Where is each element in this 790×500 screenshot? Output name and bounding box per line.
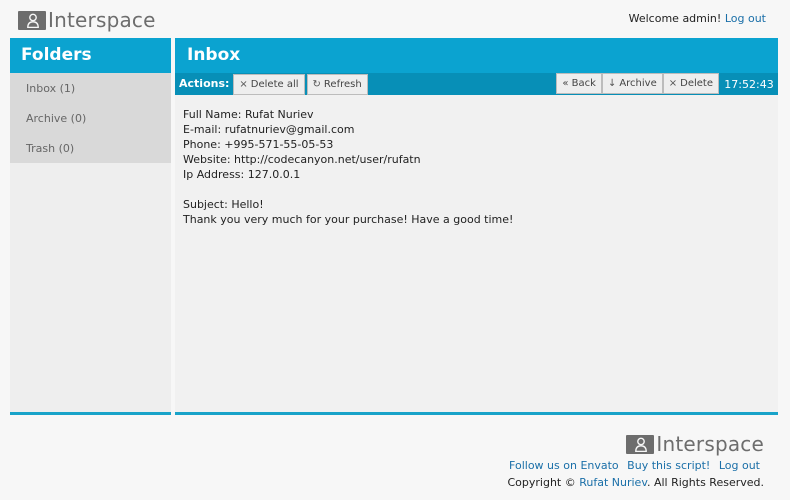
arrow-down-icon: ↓	[607, 78, 617, 89]
inbox-title: Inbox	[175, 38, 778, 73]
inbox-panel: Inbox Actions: × Delete all ↻ Refresh « …	[175, 38, 778, 415]
folder-list: Inbox (1) Archive (0) Trash (0)	[10, 73, 171, 163]
back-label: « Back	[562, 78, 596, 89]
footer-logout-link[interactable]: Log out	[719, 459, 760, 472]
delete-button[interactable]: × Delete	[662, 73, 719, 94]
logo-text: Interspace	[48, 8, 156, 32]
user-logo-icon	[626, 434, 655, 454]
refresh-label: Refresh	[323, 78, 362, 90]
footer-links: Follow us on Envato Buy this script! Log…	[504, 459, 760, 472]
sender-ip: Ip Address: 127.0.0.1	[183, 168, 301, 181]
clock: 17:52:43	[724, 77, 774, 91]
delete-all-label: Delete all	[250, 78, 299, 90]
folder-inbox[interactable]: Inbox (1)	[10, 73, 171, 103]
user-logo-icon	[18, 10, 46, 30]
sender-email: E-mail: rufatnuriev@gmail.com	[183, 123, 355, 136]
copyright-suffix: . All Rights Reserved.	[646, 476, 764, 489]
refresh-button[interactable]: ↻ Refresh	[306, 73, 368, 95]
message-actions: « Back ↓ Archive × Delete	[556, 73, 719, 94]
footer-logo-text: Interspace	[656, 432, 764, 456]
close-icon: ×	[239, 78, 248, 90]
archive-button[interactable]: ↓ Archive	[601, 73, 663, 94]
back-button[interactable]: « Back	[556, 73, 602, 94]
copyright-prefix: Copyright ©	[507, 476, 576, 489]
footer-logo[interactable]: Interspace	[626, 432, 764, 456]
archive-label: Archive	[619, 78, 657, 89]
copyright: Copyright © Rufat Nuriev. All Rights Res…	[507, 476, 764, 489]
sender-website: Website: http://codecanyon.net/user/rufa…	[183, 153, 421, 166]
logout-link[interactable]: Log out	[725, 12, 766, 25]
message-subject: Subject: Hello!	[183, 198, 264, 211]
folders-title: Folders	[10, 38, 171, 73]
message-view: Full Name: Rufat Nuriev E-mail: rufatnur…	[175, 95, 778, 239]
message-body: Thank you very much for your purchase! H…	[183, 213, 514, 226]
header-logo[interactable]: Interspace	[18, 8, 156, 32]
folder-trash[interactable]: Trash (0)	[10, 133, 171, 163]
close-icon: ×	[668, 78, 678, 89]
actions-label: Actions:	[179, 76, 230, 90]
refresh-icon: ↻	[312, 78, 321, 90]
author-link[interactable]: Rufat Nuriev	[579, 476, 647, 489]
buy-script-link[interactable]: Buy this script!	[627, 459, 710, 472]
delete-label: Delete	[680, 78, 713, 89]
welcome-text: Welcome admin!	[628, 12, 722, 25]
follow-envato-link[interactable]: Follow us on Envato	[509, 459, 619, 472]
delete-all-button[interactable]: × Delete all	[233, 73, 305, 95]
actions-toolbar: Actions: × Delete all ↻ Refresh « Back ↓…	[175, 73, 778, 95]
folder-archive[interactable]: Archive (0)	[10, 103, 171, 133]
sender-name: Full Name: Rufat Nuriev	[183, 108, 314, 121]
folders-panel: Folders Inbox (1) Archive (0) Trash (0)	[10, 38, 171, 415]
sender-phone: Phone: +995-571-55-05-53	[183, 138, 334, 151]
welcome-area: Welcome admin! Log out	[629, 12, 766, 25]
